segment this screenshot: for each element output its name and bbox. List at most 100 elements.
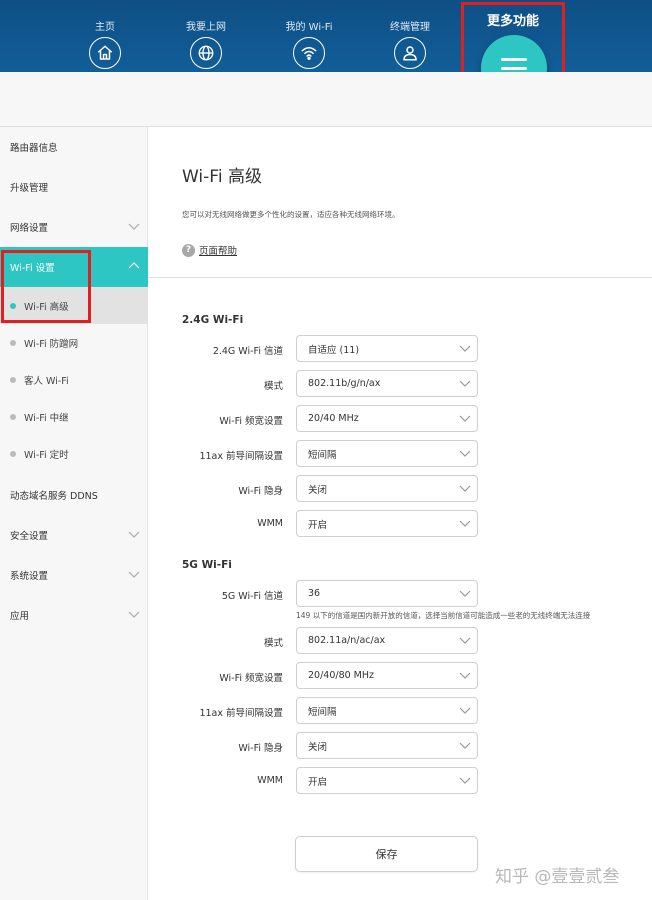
sidebar-subitem-label: Wi-Fi 防蹭网 (24, 338, 79, 350)
select-24g-channel[interactable]: 自适应 (11) (296, 335, 478, 362)
label-5g-mode: 模式 (263, 638, 283, 649)
label-5g-wmm: WMM (257, 775, 283, 786)
save-button[interactable]: 保存 (295, 836, 478, 872)
chevron-down-icon (459, 520, 471, 527)
divider (149, 277, 652, 278)
chevron-down-icon (459, 637, 471, 644)
chevron-down-icon (459, 742, 471, 749)
label-5g-channel: 5G Wi-Fi 信道 (221, 591, 283, 602)
nav-internet-label: 我要上网 (186, 22, 226, 33)
chevron-down-icon (459, 415, 471, 422)
label-24g-guard-interval: 11ax 前导间隔设置 (199, 451, 283, 462)
select-value: 关闭 (308, 741, 328, 753)
home-icon (89, 37, 121, 69)
main-content: Wi-Fi 高级 您可以对无线网络做更多个性化的设置，适应各种无线网络环境。 ?… (149, 127, 652, 900)
sidebar-item-label: 系统设置 (10, 571, 49, 582)
page-title: Wi-Fi 高级 (182, 167, 262, 187)
wifi-icon (293, 37, 325, 69)
select-5g-hidden[interactable]: 关闭 (296, 732, 478, 759)
sidebar-item-ddns[interactable]: 动态域名服务 DDNS (0, 475, 148, 515)
watermark: 知乎 @壹壹贰叁 (495, 867, 620, 887)
globe-icon (190, 37, 222, 69)
nav-devices-label: 终端管理 (390, 22, 430, 33)
label-24g-mode: 模式 (263, 381, 283, 392)
user-icon (394, 37, 426, 69)
chevron-down-icon (459, 345, 471, 352)
select-24g-bandwidth[interactable]: 20/40 MHz (296, 405, 478, 432)
sidebar-subitem-label: Wi-Fi 定时 (24, 449, 69, 461)
section-title-24g: 2.4G Wi-Fi (182, 314, 244, 326)
select-24g-hidden[interactable]: 关闭 (296, 475, 478, 502)
select-value: 开启 (308, 776, 328, 788)
sidebar-subitem-label: Wi-Fi 中继 (24, 412, 69, 424)
sidebar: 路由器信息 升级管理 网络设置 Wi-Fi 设置 Wi-Fi 高级 Wi-Fi … (0, 127, 148, 900)
select-value: 36 (308, 588, 321, 599)
select-value: 20/40/80 MHz (308, 670, 375, 681)
select-value: 短间隔 (308, 706, 337, 718)
sidebar-item-label: 路由器信息 (10, 143, 58, 154)
sidebar-item-network[interactable]: 网络设置 (0, 207, 148, 247)
help-link-label: 页面帮助 (199, 246, 238, 257)
chevron-up-icon (128, 262, 140, 269)
sidebar-item-apps[interactable]: 应用 (0, 595, 148, 635)
label-5g-hidden: Wi-Fi 隐身 (238, 743, 283, 754)
chevron-down-icon (459, 450, 471, 457)
select-value: 开启 (308, 519, 328, 531)
question-icon: ? (182, 243, 195, 257)
chevron-down-icon (459, 777, 471, 784)
sidebar-item-label: 网络设置 (10, 223, 49, 234)
help-link[interactable]: ? 页面帮助 (182, 243, 237, 257)
label-24g-wmm: WMM (257, 518, 283, 529)
nav-home-label: 主页 (95, 22, 115, 33)
sidebar-item-label: 升级管理 (10, 183, 49, 194)
sidebar-subitem-guest-wifi[interactable]: 客人 Wi-Fi (0, 361, 148, 398)
sidebar-item-security[interactable]: 安全设置 (0, 515, 148, 555)
chevron-down-icon (459, 590, 471, 597)
select-value: 802.11a/n/ac/ax (308, 635, 386, 646)
sidebar-subitem-wifi-anti-leech[interactable]: Wi-Fi 防蹭网 (0, 324, 148, 361)
section-title-5g: 5G Wi-Fi (182, 559, 232, 571)
label-5g-guard-interval: 11ax 前导间隔设置 (199, 708, 283, 719)
select-5g-channel[interactable]: 36 (296, 580, 478, 607)
sidebar-item-system[interactable]: 系统设置 (0, 555, 148, 595)
chevron-down-icon (459, 485, 471, 492)
select-5g-guard-interval[interactable]: 短间隔 (296, 697, 478, 724)
sidebar-subitem-wifi-timer[interactable]: Wi-Fi 定时 (0, 435, 148, 472)
sidebar-subitem-wifi-relay[interactable]: Wi-Fi 中继 (0, 398, 148, 435)
nav-my-wifi-label: 我的 Wi-Fi (285, 22, 333, 33)
sidebar-item-label: 应用 (10, 611, 30, 622)
chevron-down-icon (128, 611, 140, 618)
select-5g-bandwidth[interactable]: 20/40/80 MHz (296, 662, 478, 689)
highlight-box-sidebar (1, 250, 91, 323)
select-5g-mode[interactable]: 802.11a/n/ac/ax (296, 627, 478, 654)
channel-note: 149 以下的信道是国内新开放的信道，选择当前信道可能造成一些老的无线终端无法连… (296, 611, 591, 620)
label-24g-bandwidth: Wi-Fi 频宽设置 (219, 416, 283, 427)
select-5g-wmm[interactable]: 开启 (296, 767, 478, 794)
sidebar-item-upgrade[interactable]: 升级管理 (0, 167, 148, 207)
bullet-dot (10, 451, 16, 457)
sidebar-subitem-label: 客人 Wi-Fi (24, 375, 69, 387)
chevron-down-icon (128, 531, 140, 538)
sidebar-item-label: 安全设置 (10, 531, 49, 542)
chevron-down-icon (459, 707, 471, 714)
select-value: 短间隔 (308, 449, 337, 461)
chevron-down-icon (459, 672, 471, 679)
bullet-dot (10, 377, 16, 383)
sub-header-bar (0, 72, 652, 127)
select-value: 20/40 MHz (308, 413, 359, 424)
bullet-dot (10, 414, 16, 420)
chevron-down-icon (128, 223, 140, 230)
label-5g-bandwidth: Wi-Fi 频宽设置 (219, 673, 283, 684)
chevron-down-icon (128, 571, 140, 578)
label-24g-channel: 2.4G Wi-Fi 信道 (212, 346, 283, 357)
select-24g-guard-interval[interactable]: 短间隔 (296, 440, 478, 467)
page-description: 您可以对无线网络做更多个性化的设置，适应各种无线网络环境。 (182, 210, 400, 219)
sidebar-item-router-info[interactable]: 路由器信息 (0, 127, 148, 167)
chevron-down-icon (459, 380, 471, 387)
select-value: 关闭 (308, 484, 328, 496)
select-24g-wmm[interactable]: 开启 (296, 510, 478, 537)
label-24g-hidden: Wi-Fi 隐身 (238, 486, 283, 497)
select-24g-mode[interactable]: 802.11b/g/n/ax (296, 370, 478, 397)
select-value: 802.11b/g/n/ax (308, 378, 381, 389)
bullet-dot (10, 340, 16, 346)
